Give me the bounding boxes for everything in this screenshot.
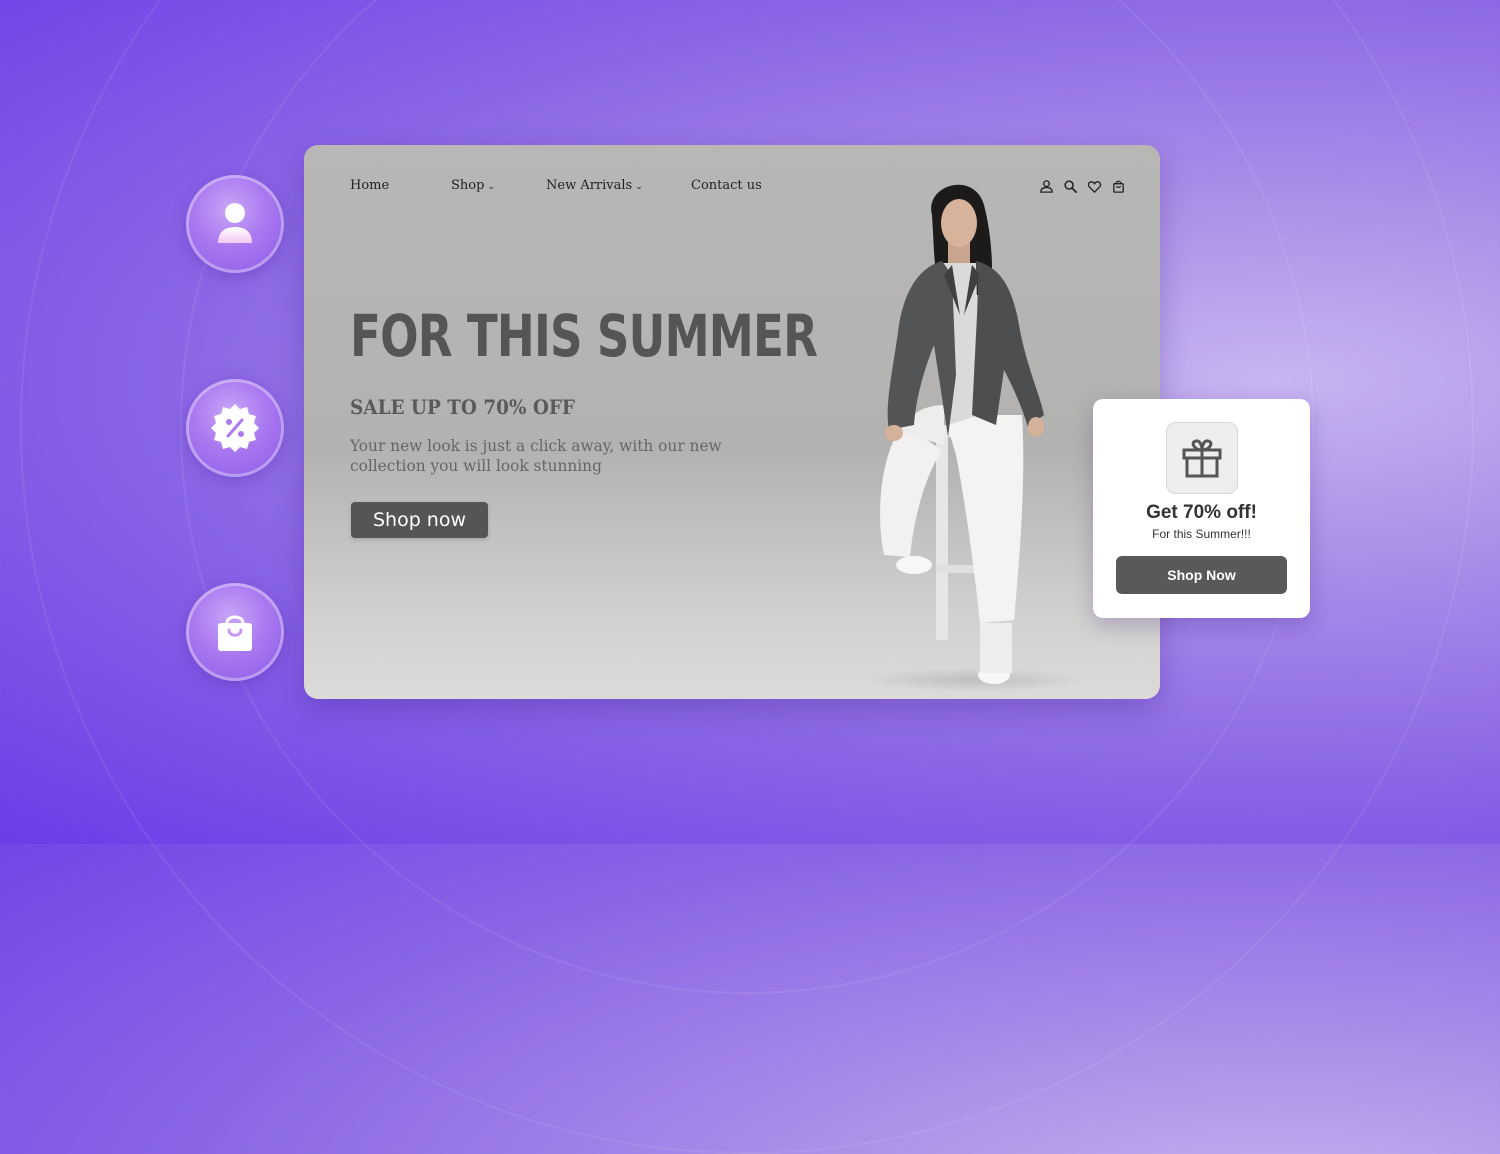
hero-description: Your new look is just a click away, with… — [350, 436, 722, 475]
discount-badge-icon — [211, 404, 259, 452]
nav-item-shop[interactable]: Shop ⌄ — [451, 178, 495, 193]
chevron-down-icon: ⌄ — [635, 182, 643, 192]
promo-subtitle: For this Summer!!! — [1152, 527, 1251, 541]
nav-item-home[interactable]: Home — [350, 178, 389, 193]
nav-item-new-arrivals[interactable]: New Arrivals ⌄ — [546, 178, 643, 193]
promo-title: Get 70% off! — [1146, 502, 1257, 523]
promo-popup: Get 70% off! For this Summer!!! Shop Now — [1093, 399, 1310, 618]
gift-icon — [1182, 439, 1222, 478]
shopping-bag-icon — [218, 615, 252, 651]
gift-icon-container — [1166, 422, 1238, 494]
shop-now-button[interactable]: Shop now — [351, 502, 488, 538]
bag-orb — [186, 583, 284, 681]
promo-shop-now-button[interactable]: Shop Now — [1116, 556, 1287, 594]
discount-orb — [186, 379, 284, 477]
bag-icon — [1112, 180, 1124, 193]
user-icon — [218, 203, 252, 243]
chevron-down-icon: ⌄ — [487, 182, 495, 192]
hero-title: FOR THIS SUMMER — [350, 302, 818, 370]
cart-button[interactable] — [1110, 178, 1126, 194]
model-photo — [864, 184, 1084, 692]
user-orb — [186, 175, 284, 273]
hero-subtitle: SALE UP TO 70% OFF — [350, 395, 575, 419]
website-preview-card: Home Shop ⌄ New Arrivals ⌄ Contact us FOR … — [304, 145, 1160, 699]
nav-item-contact-us[interactable]: Contact us — [691, 178, 762, 193]
